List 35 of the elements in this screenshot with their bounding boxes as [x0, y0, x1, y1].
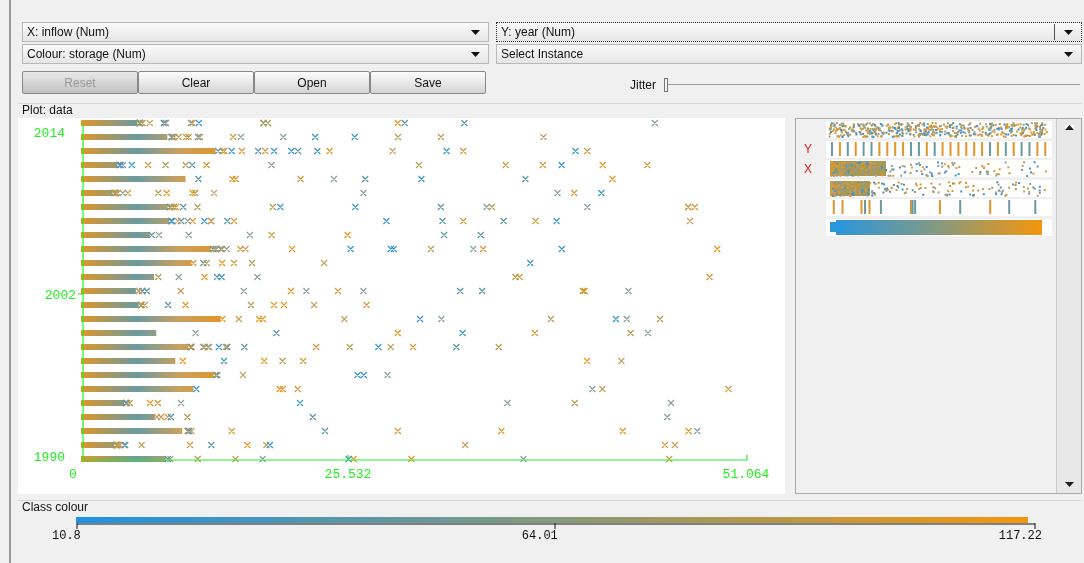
attribute-thumbnail[interactable]: [826, 179, 1052, 197]
attribute-thumbnail[interactable]: [826, 121, 1052, 139]
scale-label: 64.01: [521, 529, 558, 543]
y-tick-label: 2014: [33, 126, 65, 141]
toolbar-button[interactable]: Open: [254, 71, 370, 94]
slider-thumb[interactable]: [664, 78, 668, 92]
caret-icon: [1064, 30, 1073, 35]
toolbar-button[interactable]: Clear: [138, 71, 254, 94]
y-tick-label: 1990: [33, 450, 65, 465]
colour-dropdown[interactable]: Colour: storage (Num): [22, 44, 489, 64]
caret-icon: [471, 52, 480, 57]
attribute-thumbnail[interactable]: [826, 140, 1052, 158]
y-tick-label: 2002: [44, 288, 76, 303]
class-colour-title: Class colour: [22, 500, 89, 514]
scale-label: 117.22: [998, 529, 1042, 543]
y-axis-dropdown[interactable]: Y: year (Num): [496, 22, 1082, 42]
x-tick-label: 0: [69, 467, 77, 482]
scrollbar[interactable]: [1056, 119, 1081, 493]
x-tick-label: 25.532: [324, 467, 372, 482]
jitter-label: Jitter: [630, 78, 656, 92]
plot-title: Plot: data: [22, 103, 73, 117]
x-axis-dropdown[interactable]: X: inflow (Num): [22, 22, 489, 42]
caret-icon: [471, 30, 480, 35]
axis-marker: X: [804, 161, 813, 176]
scale-label: 10.8: [52, 529, 81, 543]
scroll-down-icon[interactable]: [1064, 482, 1074, 487]
instance-dropdown[interactable]: Select Instance: [496, 44, 1082, 64]
attribute-thumbnail[interactable]: [826, 160, 1052, 178]
caret-icon: [1064, 52, 1073, 57]
attribute-thumbnail[interactable]: [826, 199, 1052, 217]
axis-marker: Y: [804, 142, 813, 157]
attribute-thumbnail[interactable]: [826, 218, 1052, 236]
x-tick-label: 51.064: [722, 467, 770, 482]
scroll-up-icon[interactable]: [1064, 125, 1074, 130]
toolbar-button[interactable]: Save: [370, 71, 486, 94]
